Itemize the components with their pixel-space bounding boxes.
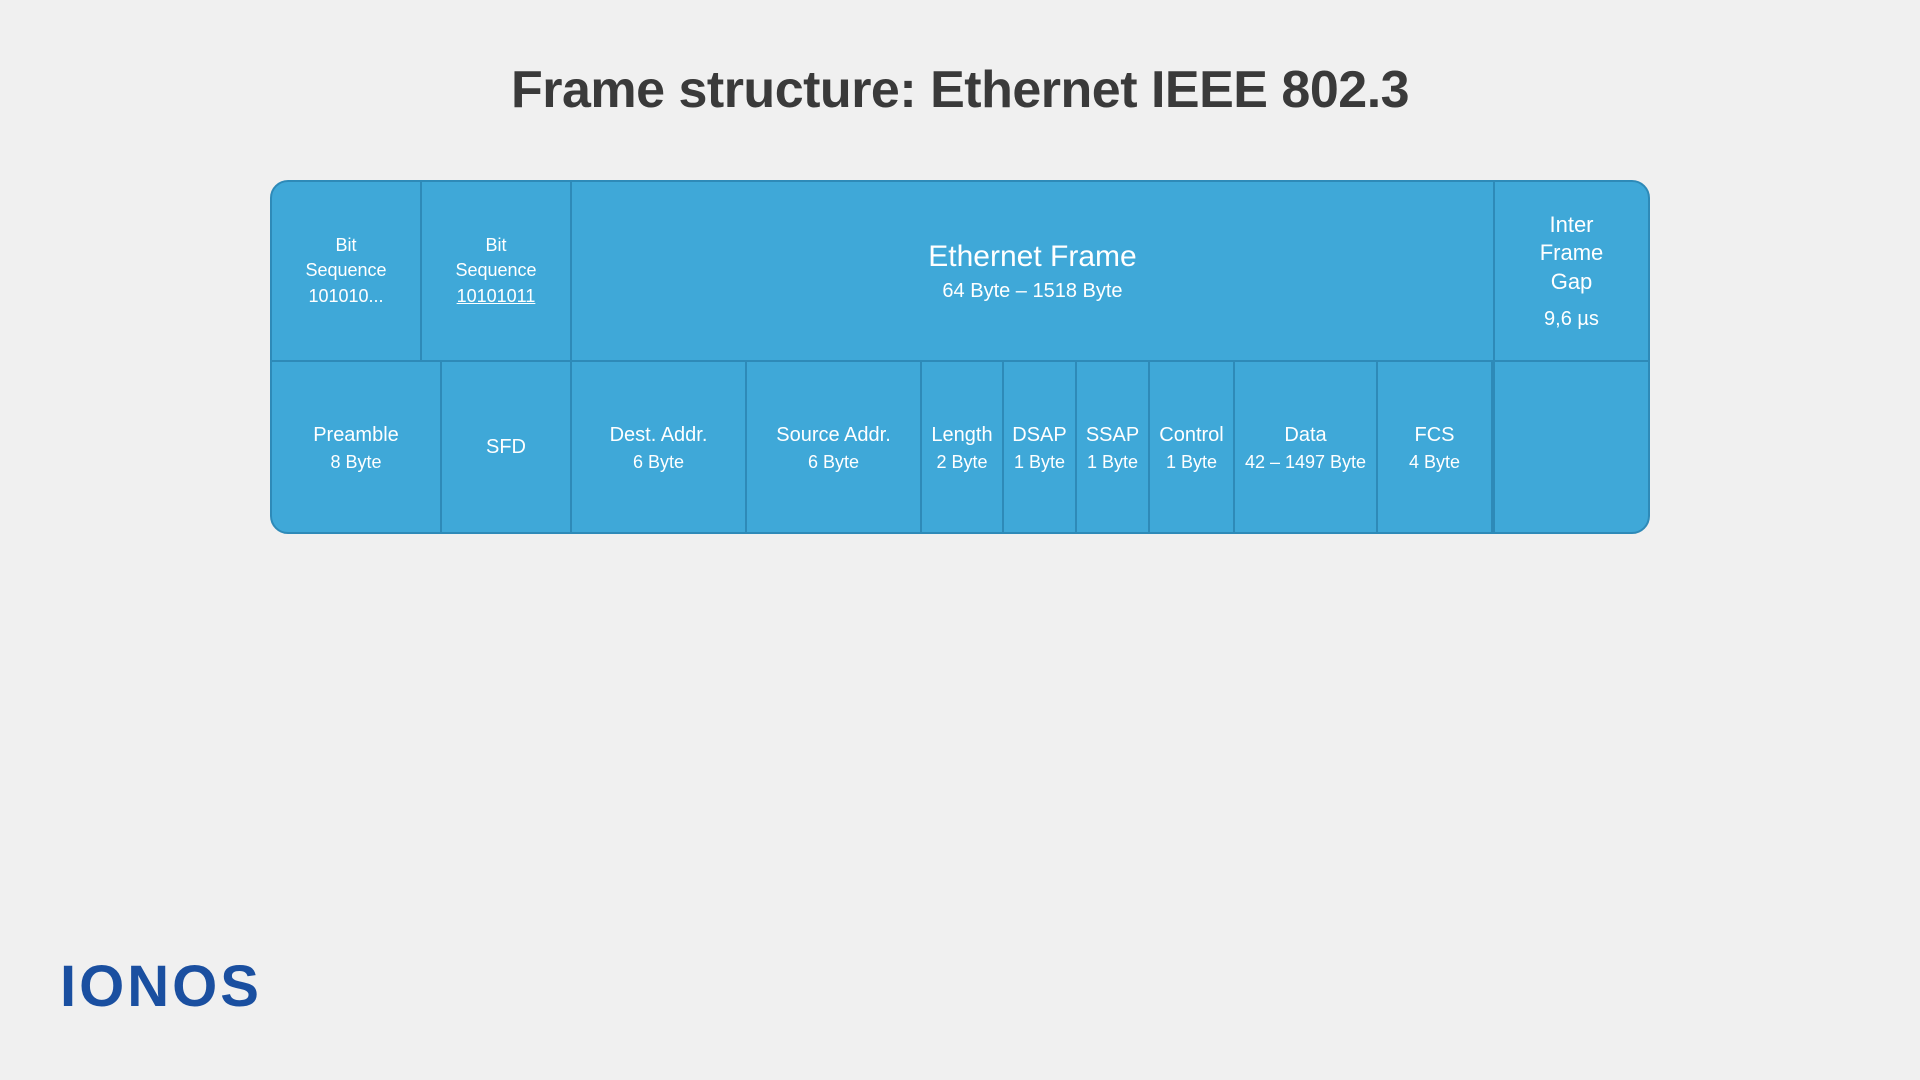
inter-frame-gap-title: InterFrameGap (1540, 211, 1604, 297)
control-cell: Control 1 Byte (1150, 362, 1235, 532)
control-sublabel: 1 Byte (1166, 452, 1217, 473)
sfd-label: SFD (486, 434, 526, 460)
bit-seq-2-text: BitSequence10101011 (455, 233, 536, 309)
fcs-cell: FCS 4 Byte (1378, 362, 1493, 532)
data-label: Data (1284, 422, 1326, 448)
logo-container: IONOS (60, 953, 262, 1020)
length-label: Length (931, 422, 992, 448)
data-cell: Data 42 – 1497 Byte (1235, 362, 1378, 532)
inter-frame-gap-value: 9,6 µs (1544, 308, 1599, 331)
control-label: Control (1159, 422, 1223, 448)
bit-seq-1-text: BitSequence101010... (305, 233, 386, 309)
bottom-row: Preamble 8 Byte SFD Dest. Addr. 6 Byte S… (272, 362, 1648, 532)
dest-addr-sublabel: 6 Byte (633, 452, 684, 473)
ionos-logo: IONOS (60, 953, 262, 1020)
preamble-cell: Preamble 8 Byte (272, 362, 442, 532)
preamble-top-section: BitSequence101010... BitSequence10101011 (272, 182, 572, 360)
preamble-label: Preamble (313, 422, 399, 448)
ssap-cell: SSAP 1 Byte (1077, 362, 1150, 532)
dsap-sublabel: 1 Byte (1014, 452, 1065, 473)
dest-addr-label: Dest. Addr. (610, 422, 708, 448)
sfd-cell: SFD (442, 362, 570, 532)
source-addr-label: Source Addr. (776, 422, 891, 448)
data-sublabel: 42 – 1497 Byte (1245, 452, 1366, 473)
dsap-label: DSAP (1012, 422, 1066, 448)
preamble-sfd-section: Preamble 8 Byte SFD (272, 362, 572, 532)
preamble-sublabel: 8 Byte (330, 452, 381, 473)
bit-sequence-2: BitSequence10101011 (422, 182, 570, 360)
inter-frame-gap-top: InterFrameGap 9,6 µs (1493, 182, 1648, 360)
inter-frame-gap-bottom (1493, 362, 1648, 532)
ethernet-frame-label: Ethernet Frame 64 Byte – 1518 Byte (572, 182, 1493, 360)
source-addr-sublabel: 6 Byte (808, 452, 859, 473)
dsap-cell: DSAP 1 Byte (1004, 362, 1077, 532)
bit-sequence-1: BitSequence101010... (272, 182, 422, 360)
dest-addr-cell: Dest. Addr. 6 Byte (572, 362, 747, 532)
ethernet-frame-title: Ethernet Frame (928, 240, 1136, 274)
fcs-label: FCS (1415, 422, 1455, 448)
source-addr-cell: Source Addr. 6 Byte (747, 362, 922, 532)
length-sublabel: 2 Byte (936, 452, 987, 473)
ethernet-frame-diagram: BitSequence101010... BitSequence10101011… (270, 180, 1650, 534)
ssap-label: SSAP (1086, 422, 1139, 448)
fcs-sublabel: 4 Byte (1409, 452, 1460, 473)
top-row: BitSequence101010... BitSequence10101011… (272, 182, 1648, 362)
length-cell: Length 2 Byte (922, 362, 1004, 532)
ethernet-frame-subtitle: 64 Byte – 1518 Byte (942, 280, 1122, 303)
page-title: Frame structure: Ethernet IEEE 802.3 (0, 0, 1920, 120)
ssap-sublabel: 1 Byte (1087, 452, 1138, 473)
